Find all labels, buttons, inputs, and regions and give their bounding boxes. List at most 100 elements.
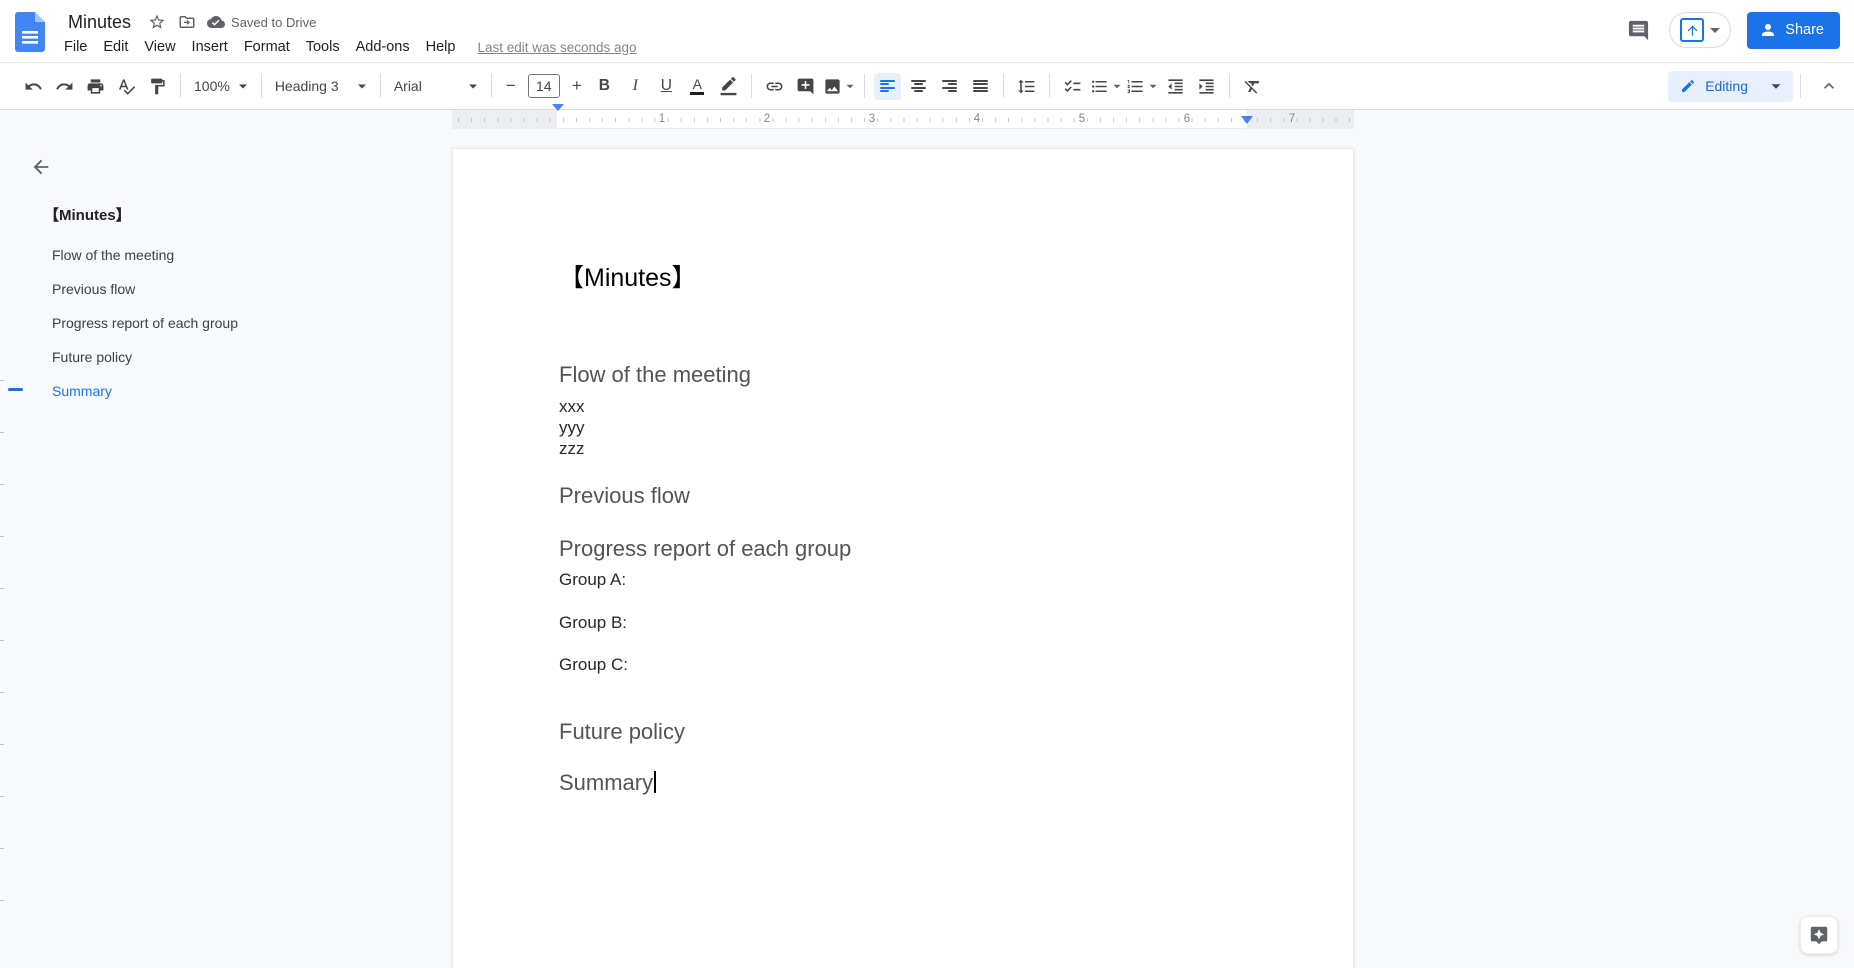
redo-button[interactable]	[51, 73, 78, 100]
align-center-button[interactable]	[905, 73, 932, 100]
google-docs-logo-icon[interactable]	[15, 12, 45, 52]
bold-button[interactable]: B	[591, 73, 618, 100]
ruler-mark: 2	[763, 113, 771, 125]
menu-tools[interactable]: Tools	[298, 36, 348, 58]
doc-paragraph[interactable]: Group B:	[559, 612, 1247, 633]
vertical-ruler-edge	[0, 380, 5, 968]
menu-view[interactable]: View	[136, 36, 183, 58]
text-color-button[interactable]: A	[684, 73, 711, 100]
increase-indent-button[interactable]	[1193, 73, 1220, 100]
toolbar-separator	[863, 74, 865, 98]
line-spacing-button[interactable]	[1013, 73, 1040, 100]
menu-file[interactable]: File	[56, 36, 95, 58]
chevron-down-icon	[846, 84, 854, 88]
zoom-select[interactable]: 100%	[188, 73, 254, 100]
print-button[interactable]	[82, 73, 109, 100]
ruler-mark: 5	[1078, 113, 1086, 125]
italic-button[interactable]: I	[622, 73, 649, 100]
toolbar-separator	[750, 74, 752, 98]
spellcheck-button[interactable]	[113, 73, 140, 100]
menu-edit[interactable]: Edit	[95, 36, 136, 58]
cloud-check-icon	[207, 16, 226, 28]
star-icon[interactable]	[147, 12, 167, 32]
menu-help[interactable]: Help	[418, 36, 464, 58]
bulleted-list-button[interactable]	[1090, 73, 1122, 100]
outline-item-future[interactable]: Future policy	[0, 340, 340, 374]
close-outline-button[interactable]	[26, 152, 56, 182]
toolbar-separator	[180, 74, 181, 98]
present-button[interactable]	[1669, 12, 1732, 48]
checklist-icon	[1064, 79, 1081, 92]
menu-addons[interactable]: Add-ons	[348, 36, 418, 58]
paint-format-button[interactable]	[144, 73, 171, 100]
horizontal-ruler[interactable]: 1 2 3 4 5 6 7	[452, 104, 1354, 129]
paragraph-style-select[interactable]: Heading 3	[269, 73, 373, 100]
document-page[interactable]: 【Minutes】 Flow of the meeting xxx yyy zz…	[452, 148, 1354, 968]
format-toolbar: 100% Heading 3 Arial − 14 + B I U A Edit…	[0, 62, 1854, 110]
align-right-icon	[941, 79, 957, 93]
align-left-button[interactable]	[873, 72, 901, 100]
saved-to-drive-status[interactable]: Saved to Drive	[207, 13, 316, 31]
toolbar-separator	[379, 74, 381, 98]
decrease-font-size-button[interactable]: −	[499, 74, 523, 98]
doc-heading[interactable]: Flow of the meeting	[559, 361, 1247, 389]
hide-menus-button[interactable]	[1814, 71, 1844, 101]
explore-button[interactable]	[1800, 916, 1838, 954]
right-indent-marker[interactable]	[1241, 116, 1253, 124]
align-right-button[interactable]	[936, 73, 963, 100]
document-title[interactable]: Minutes	[62, 10, 137, 35]
underline-button[interactable]: U	[653, 73, 680, 100]
font-family-select[interactable]: Arial	[388, 73, 484, 100]
text-cursor	[654, 771, 657, 793]
outline-item-flow[interactable]: Flow of the meeting	[0, 238, 340, 272]
decrease-indent-button[interactable]	[1162, 73, 1189, 100]
checklist-button[interactable]	[1059, 73, 1086, 100]
outline-item-previous[interactable]: Previous flow	[0, 272, 340, 306]
menu-format[interactable]: Format	[236, 36, 298, 58]
pencil-icon	[1682, 79, 1695, 92]
open-comments-button[interactable]	[1623, 15, 1653, 45]
doc-heading[interactable]: Progress report of each group	[559, 535, 1247, 563]
outline-item-title[interactable]: 【Minutes】	[44, 204, 131, 225]
move-to-folder-icon[interactable]	[177, 12, 197, 32]
align-left-icon	[879, 79, 895, 93]
doc-paragraph[interactable]: Group C:	[559, 654, 1247, 675]
undo-button[interactable]	[20, 73, 47, 100]
highlight-color-button[interactable]	[715, 73, 742, 100]
person-icon	[1762, 24, 1775, 36]
back-arrow-icon	[33, 159, 49, 175]
last-edit-link[interactable]: Last edit was seconds ago	[477, 40, 636, 55]
insert-link-button[interactable]	[761, 73, 788, 100]
insert-image-button[interactable]	[823, 73, 855, 100]
add-comment-button[interactable]	[792, 73, 819, 100]
comment-icon	[1628, 20, 1648, 40]
chevron-down-icon	[1771, 83, 1781, 89]
active-section-indicator	[8, 388, 23, 391]
app-header: Minutes Saved to Drive File Edit View In…	[0, 0, 1854, 62]
toolbar-separator	[1800, 74, 1801, 98]
editing-mode-select[interactable]: Editing	[1668, 70, 1793, 102]
share-button[interactable]: Share	[1747, 11, 1840, 49]
chevron-down-icon	[238, 84, 247, 88]
doc-heading[interactable]: Summary	[559, 769, 1247, 797]
outline-item-progress[interactable]: Progress report of each group	[0, 306, 340, 340]
outline-item-summary[interactable]: Summary	[0, 374, 340, 408]
doc-paragraph[interactable]: xxx	[559, 396, 1247, 417]
increase-font-size-button[interactable]: +	[565, 74, 589, 98]
menu-bar: File Edit View Insert Format Tools Add-o…	[56, 36, 637, 58]
doc-heading[interactable]: Future policy	[559, 718, 1247, 746]
chevron-down-icon	[1113, 84, 1121, 88]
doc-paragraph[interactable]: yyy	[559, 417, 1247, 438]
doc-heading[interactable]: Previous flow	[559, 482, 1247, 510]
doc-title-text[interactable]: 【Minutes】	[559, 261, 1247, 295]
font-size-input[interactable]: 14	[527, 74, 560, 98]
menu-insert[interactable]: Insert	[184, 36, 236, 58]
doc-paragraph[interactable]: Group A:	[559, 569, 1247, 590]
left-indent-marker[interactable]	[551, 104, 564, 129]
doc-paragraph[interactable]: zzz	[559, 438, 1247, 459]
align-center-icon	[910, 79, 926, 93]
clear-formatting-icon	[1244, 80, 1259, 94]
clear-formatting-button[interactable]	[1239, 73, 1266, 100]
align-justify-button[interactable]	[967, 73, 994, 100]
numbered-list-button[interactable]	[1126, 73, 1158, 100]
